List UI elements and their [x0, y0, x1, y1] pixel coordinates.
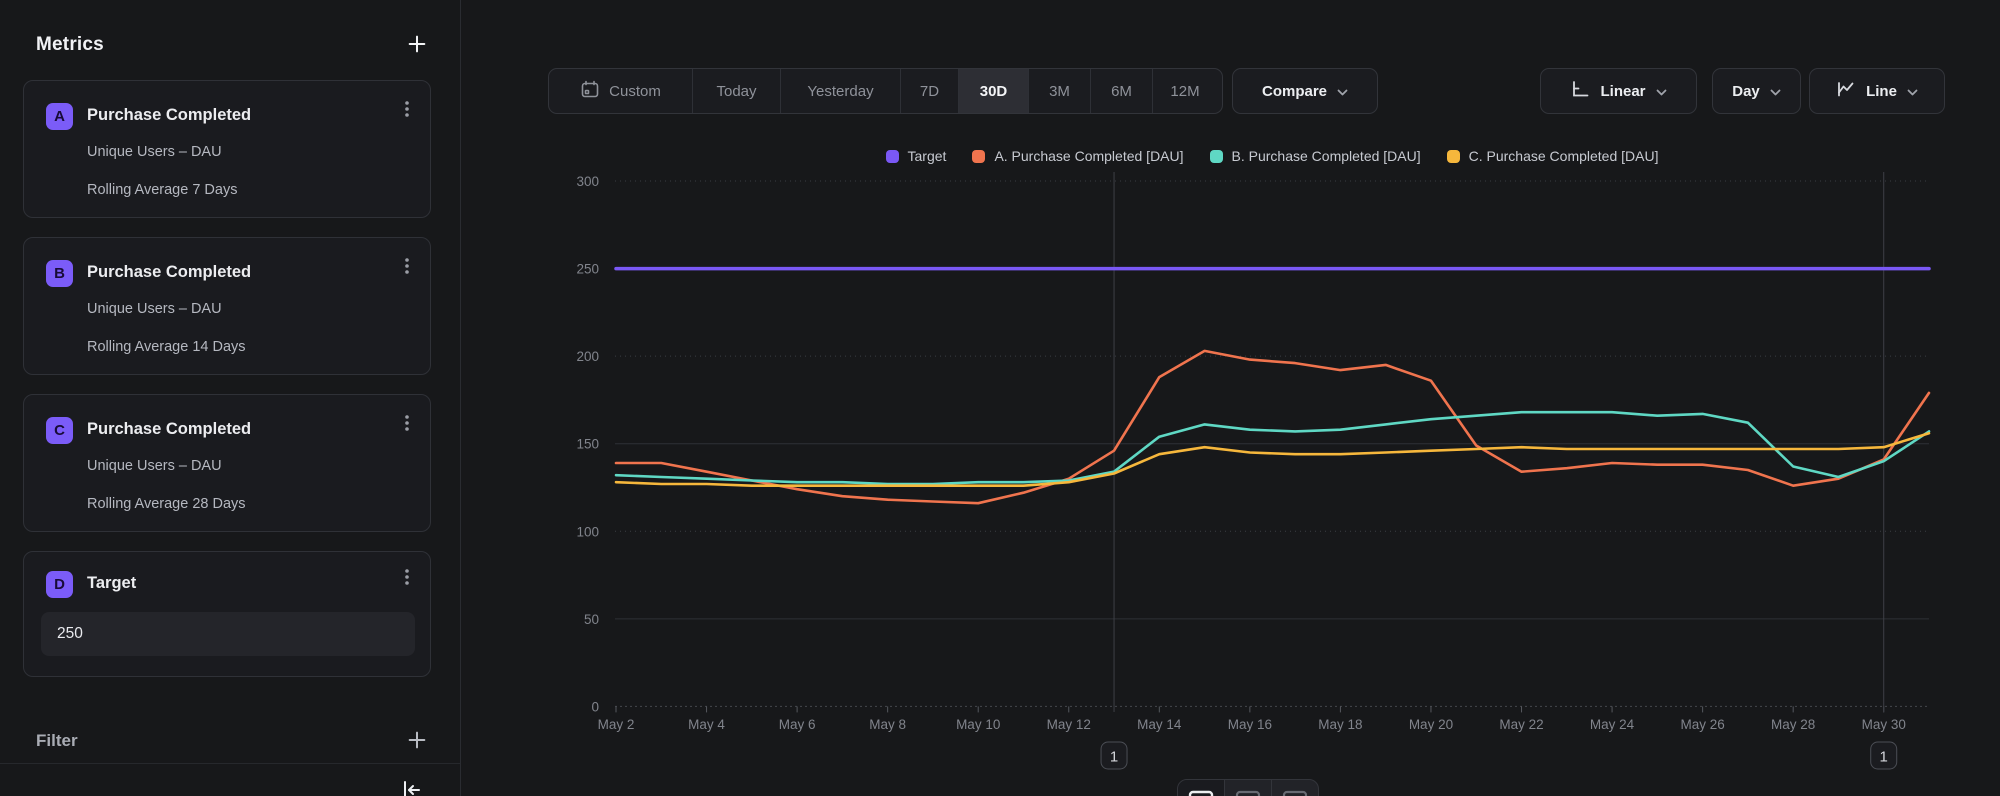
x-axis-label: May 14 — [1137, 717, 1182, 732]
y-axis-label: 50 — [584, 612, 599, 627]
metrics-dashboard: Metrics A Purchase Completed Unique User… — [0, 0, 2000, 796]
view-toggle-full[interactable] — [1178, 780, 1225, 796]
annotation-badge-label: 1 — [1110, 749, 1118, 766]
panel-plain-icon — [1282, 790, 1308, 796]
chart-view-toggle — [1177, 779, 1319, 796]
x-axis-label: May 16 — [1228, 717, 1272, 732]
x-axis-label: May 8 — [869, 717, 906, 732]
x-axis-label: May 30 — [1862, 717, 1906, 732]
y-axis-label: 150 — [576, 437, 599, 452]
x-axis-label: May 22 — [1499, 717, 1543, 732]
panel-icon — [1188, 790, 1214, 796]
y-axis-label: 200 — [576, 349, 599, 364]
y-axis-label: 100 — [576, 524, 599, 539]
x-axis-label: May 4 — [688, 717, 725, 732]
series-line[interactable] — [616, 433, 1929, 486]
x-axis-label: May 28 — [1771, 717, 1815, 732]
y-axis-label: 250 — [576, 262, 599, 277]
y-axis-label: 300 — [576, 174, 599, 189]
x-axis-label: May 24 — [1590, 717, 1635, 732]
x-axis-label: May 6 — [779, 717, 816, 732]
series-line[interactable] — [616, 351, 1929, 503]
x-axis-label: May 26 — [1680, 717, 1724, 732]
x-axis-label: May 20 — [1409, 717, 1453, 732]
x-axis-label: May 18 — [1318, 717, 1362, 732]
view-toggle-split[interactable] — [1225, 780, 1272, 796]
view-toggle-table[interactable] — [1272, 780, 1318, 796]
y-axis-label: 0 — [591, 699, 599, 714]
x-axis-label: May 2 — [598, 717, 635, 732]
x-axis-label: May 12 — [1047, 717, 1091, 732]
line-chart[interactable]: 0 50 100 150 200 250 300 May 2 May 4 May 6 May 8 Ma… — [0, 0, 2000, 796]
panel-split-icon — [1235, 790, 1261, 796]
annotation-badge-label: 1 — [1880, 749, 1888, 766]
x-axis-label: May 10 — [956, 717, 1000, 732]
